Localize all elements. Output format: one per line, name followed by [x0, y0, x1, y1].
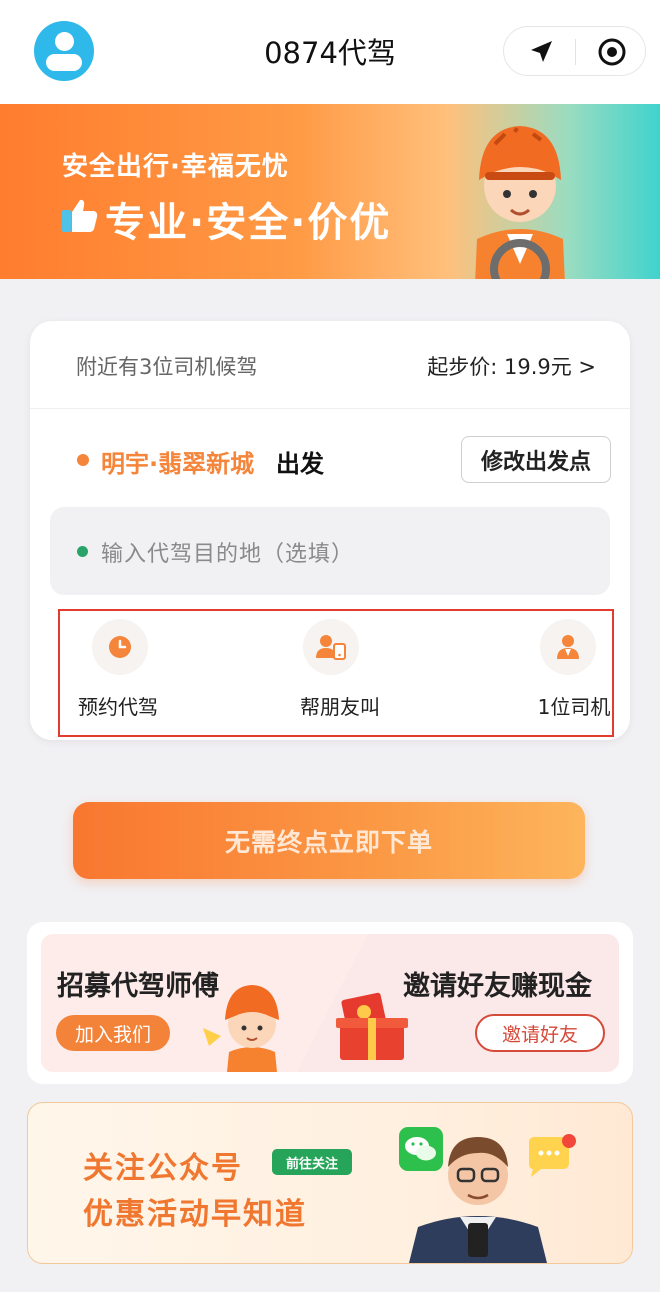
destination-input[interactable]: 输入代驾目的地（选填） — [50, 507, 610, 595]
thumbs-up-icon — [62, 199, 98, 232]
driver-mascot-image — [475, 126, 565, 279]
red-envelope-gift-image — [336, 992, 408, 1060]
follow-official-account-banner[interactable]: 关注公众号 前往关注 优惠活动早知道 — [27, 1102, 633, 1264]
change-origin-button[interactable]: 修改出发点 — [461, 436, 611, 483]
origin-suffix: 出发 — [276, 450, 324, 478]
recruit-title: 招募代驾师傅 — [57, 971, 219, 1002]
option-reserve[interactable]: 预约代驾 — [60, 611, 200, 735]
banner-slogan: 安全出行·幸福无忧 — [62, 152, 289, 182]
follow-subheadline: 优惠活动早知道 — [83, 1197, 307, 1232]
card-info-row: 附近有3位司机候驾 起步价: 19.9元 > — [30, 321, 630, 409]
invite-title: 邀请好友赚现金 — [403, 971, 592, 1002]
join-us-button[interactable]: 加入我们 — [56, 1015, 170, 1051]
driver-mascot-small-image — [203, 985, 279, 1072]
capsule-divider — [575, 39, 576, 65]
origin-dot — [77, 454, 89, 466]
order-now-button[interactable]: 无需终点立即下单 — [73, 802, 585, 879]
follow-tag[interactable]: 前往关注 — [272, 1149, 352, 1175]
option-call-for-friend-label: 帮朋友叫 — [300, 695, 380, 719]
option-call-for-friend[interactable]: 帮朋友叫 — [270, 611, 410, 735]
app-header: 0874代驾 — [0, 0, 660, 104]
start-price-link[interactable]: 起步价: 19.9元 > — [427, 351, 596, 381]
nearby-drivers-text: 附近有3位司机候驾 — [76, 355, 258, 379]
promo-section: 招募代驾师傅 加入我们 邀请好友赚现金 邀请好友 — [27, 922, 633, 1084]
message-bubble-icon — [529, 1134, 576, 1177]
order-card: 附近有3位司机候驾 起步价: 19.9元 > 明宇·翡翠新城 出发 修改出发点 … — [30, 321, 630, 740]
destination-placeholder: 输入代驾目的地（选填） — [101, 542, 355, 567]
target-icon[interactable] — [595, 35, 629, 69]
location-arrow-icon[interactable] — [524, 35, 558, 69]
option-driver-count-label: 1位司机 — [537, 695, 611, 719]
driver-icon — [540, 619, 596, 675]
option-reserve-label: 预约代驾 — [78, 695, 158, 719]
invite-friends-button[interactable]: 邀请好友 — [475, 1014, 605, 1052]
banner-headline: 专业·安全·价优 — [105, 200, 392, 246]
destination-dot — [77, 546, 88, 557]
option-driver-count[interactable]: 1位司机 — [474, 611, 614, 735]
friend-call-icon — [303, 619, 359, 675]
service-options: 预约代驾 帮朋友叫 1位司机 — [58, 609, 614, 737]
top-banner[interactable]: 安全出行·幸福无忧 专业·安全·价优 — [0, 104, 660, 279]
origin-location[interactable]: 明宇·翡翠新城 — [101, 444, 254, 479]
clock-icon — [92, 619, 148, 675]
mini-program-capsule — [503, 26, 646, 76]
follow-headline: 关注公众号 — [83, 1151, 243, 1186]
